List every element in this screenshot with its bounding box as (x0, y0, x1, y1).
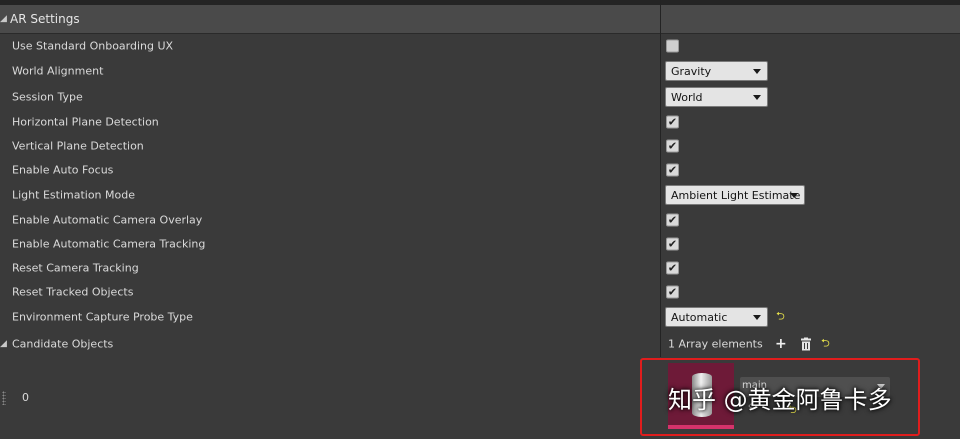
collapse-triangle-icon[interactable]: ◢ (0, 14, 7, 24)
reset-to-default-icon[interactable]: ⮌ (776, 308, 785, 327)
row-label: Enable Automatic Camera Overlay (12, 213, 203, 227)
ar-settings-section-header[interactable]: ◢ AR Settings (0, 5, 960, 34)
dropdown-value: Gravity (671, 65, 712, 78)
row-label: Candidate Objects (12, 337, 114, 351)
dropdown-value: Automatic (671, 311, 728, 324)
row-label: Enable Automatic Camera Tracking (12, 237, 206, 251)
checkbox-checked[interactable]: ✔ (666, 115, 679, 129)
chevron-down-icon (790, 193, 798, 198)
checkbox-checked[interactable]: ✔ (666, 285, 679, 299)
row-label: Vertical Plane Detection (12, 139, 144, 153)
row-reset-camera-tracking: Reset Camera Tracking ✔ (0, 256, 960, 280)
checkbox-checked[interactable]: ✔ (666, 139, 679, 153)
row-enable-automatic-camera-tracking: Enable Automatic Camera Tracking ✔ (0, 232, 960, 256)
array-count: 1 Array elements (668, 337, 763, 351)
row-use-standard-onboarding-ux: Use Standard Onboarding UX (0, 34, 960, 58)
row-reset-tracked-objects: Reset Tracked Objects ✔ (0, 280, 960, 304)
chevron-down-icon (753, 315, 761, 320)
row-environment-capture-probe-type: Environment Capture Probe Type Automatic… (0, 305, 960, 329)
checkbox-checked[interactable]: ✔ (666, 213, 679, 227)
row-label: Use Standard Onboarding UX (12, 39, 174, 53)
plus-icon[interactable]: + (775, 336, 787, 352)
dropdown-value: Ambient Light Estimate (671, 189, 801, 202)
collapse-triangle-icon[interactable]: ◢ (0, 339, 7, 349)
chevron-down-icon (753, 95, 761, 100)
environment-capture-dropdown[interactable]: Automatic (665, 307, 768, 327)
row-label: Environment Capture Probe Type (12, 310, 193, 324)
trash-icon[interactable] (800, 337, 812, 351)
array-index: 0 (22, 391, 29, 404)
session-type-dropdown[interactable]: World (665, 87, 768, 107)
row-enable-auto-focus: Enable Auto Focus ✔ (0, 158, 960, 182)
row-label: World Alignment (12, 64, 104, 78)
row-label: Session Type (12, 90, 83, 104)
watermark-text: 知乎 @黄金阿鲁卡多 (668, 386, 892, 414)
world-alignment-dropdown[interactable]: Gravity (665, 61, 768, 81)
row-light-estimation-mode: Light Estimation Mode Ambient Light Esti… (0, 183, 960, 207)
row-candidate-objects: ◢ Candidate Objects 1 Array elements + ⮌ (0, 332, 960, 356)
checkbox-checked[interactable]: ✔ (666, 163, 679, 177)
checkbox-checked[interactable]: ✔ (666, 261, 679, 275)
row-label: Reset Camera Tracking (12, 261, 139, 275)
light-estimation-dropdown[interactable]: Ambient Light Estimate (665, 185, 805, 205)
row-world-alignment: World Alignment Gravity (0, 59, 960, 83)
drag-handle-icon[interactable] (2, 391, 6, 405)
section-title: AR Settings (10, 12, 80, 26)
checkbox-unchecked[interactable] (666, 39, 679, 53)
row-enable-automatic-camera-overlay: Enable Automatic Camera Overlay ✔ (0, 208, 960, 232)
row-session-type: Session Type World (0, 85, 960, 109)
row-horizontal-plane-detection: Horizontal Plane Detection ✔ (0, 110, 960, 134)
chevron-down-icon (753, 69, 761, 74)
reset-to-default-icon[interactable]: ⮌ (821, 335, 830, 354)
dropdown-value: World (671, 91, 703, 104)
row-label: Enable Auto Focus (12, 163, 114, 177)
row-label: Light Estimation Mode (12, 188, 135, 202)
row-label: Reset Tracked Objects (12, 285, 134, 299)
checkbox-checked[interactable]: ✔ (666, 237, 679, 251)
row-label: Horizontal Plane Detection (12, 115, 159, 129)
row-vertical-plane-detection: Vertical Plane Detection ✔ (0, 134, 960, 158)
